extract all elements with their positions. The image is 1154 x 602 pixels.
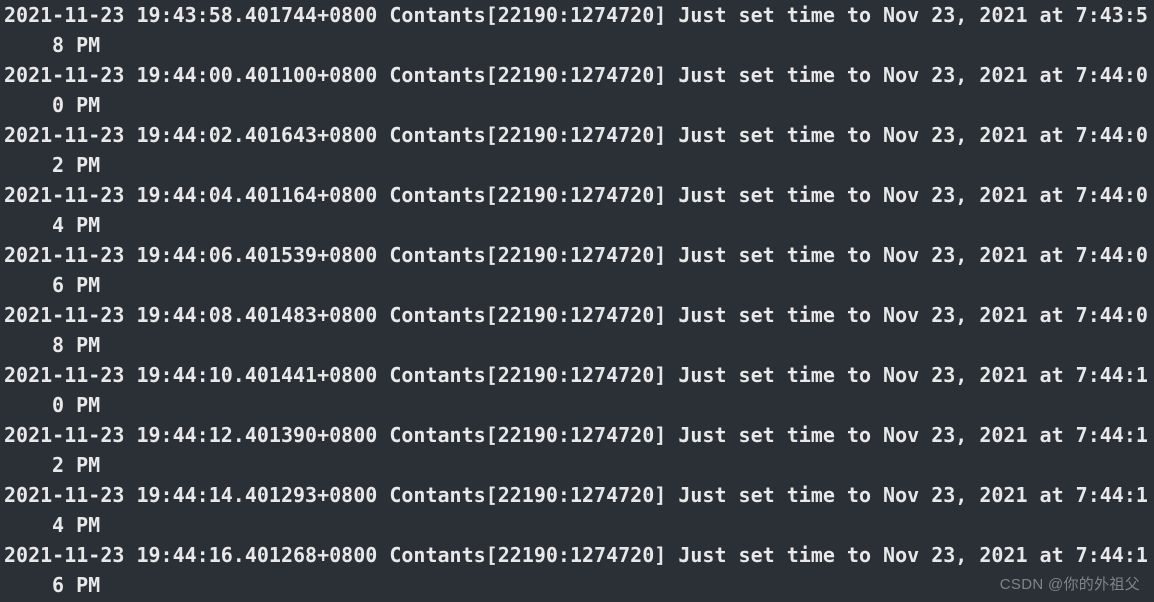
log-process: Contants[22190:1274720] — [389, 123, 666, 147]
log-timestamp: 2021-11-23 19:44:04.401164+0800 — [4, 183, 377, 207]
log-process: Contants[22190:1274720] — [389, 543, 666, 567]
log-process: Contants[22190:1274720] — [389, 303, 666, 327]
log-process: Contants[22190:1274720] — [389, 183, 666, 207]
debug-console[interactable]: 2021-11-23 19:43:58.401744+0800 Contants… — [0, 0, 1154, 600]
log-timestamp: 2021-11-23 19:44:06.401539+0800 — [4, 243, 377, 267]
log-process: Contants[22190:1274720] — [389, 423, 666, 447]
log-line: 2021-11-23 19:44:10.401441+0800 Contants… — [4, 360, 1154, 420]
log-process: Contants[22190:1274720] — [389, 63, 666, 87]
log-timestamp: 2021-11-23 19:44:14.401293+0800 — [4, 483, 377, 507]
log-line: 2021-11-23 19:43:58.401744+0800 Contants… — [4, 0, 1154, 60]
log-process: Contants[22190:1274720] — [389, 3, 666, 27]
log-timestamp: 2021-11-23 19:44:08.401483+0800 — [4, 303, 377, 327]
log-line: 2021-11-23 19:44:04.401164+0800 Contants… — [4, 180, 1154, 240]
log-timestamp: 2021-11-23 19:43:58.401744+0800 — [4, 3, 377, 27]
log-timestamp: 2021-11-23 19:44:10.401441+0800 — [4, 363, 377, 387]
log-process: Contants[22190:1274720] — [389, 483, 666, 507]
log-timestamp: 2021-11-23 19:44:12.401390+0800 — [4, 423, 377, 447]
log-line: 2021-11-23 19:44:08.401483+0800 Contants… — [4, 300, 1154, 360]
log-line: 2021-11-23 19:44:06.401539+0800 Contants… — [4, 240, 1154, 300]
watermark-text: CSDN @你的外祖父 — [1000, 574, 1140, 597]
log-line: 2021-11-23 19:44:12.401390+0800 Contants… — [4, 420, 1154, 480]
log-timestamp: 2021-11-23 19:44:00.401100+0800 — [4, 63, 377, 87]
log-line: 2021-11-23 19:44:16.401268+0800 Contants… — [4, 540, 1154, 600]
log-line: 2021-11-23 19:44:00.401100+0800 Contants… — [4, 60, 1154, 120]
log-timestamp: 2021-11-23 19:44:02.401643+0800 — [4, 123, 377, 147]
log-process: Contants[22190:1274720] — [389, 363, 666, 387]
log-process: Contants[22190:1274720] — [389, 243, 666, 267]
log-line: 2021-11-23 19:44:02.401643+0800 Contants… — [4, 120, 1154, 180]
log-timestamp: 2021-11-23 19:44:16.401268+0800 — [4, 543, 377, 567]
log-line: 2021-11-23 19:44:14.401293+0800 Contants… — [4, 480, 1154, 540]
